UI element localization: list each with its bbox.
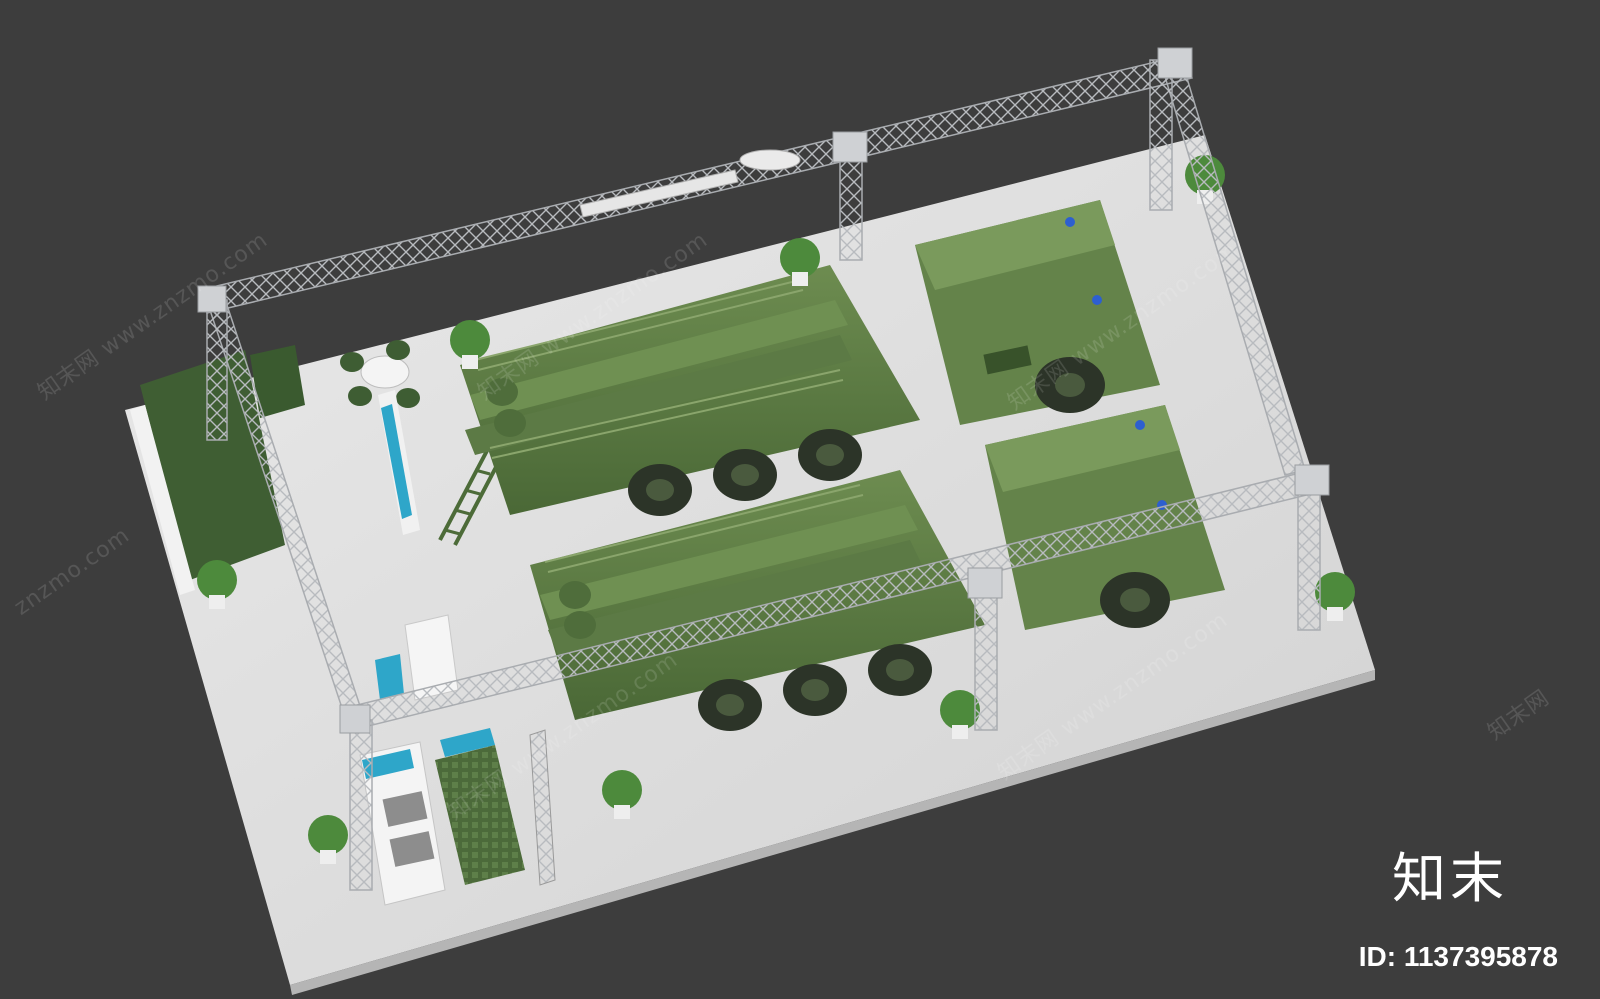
vehicle-1-beacon-icon-2 xyxy=(1092,295,1102,305)
truss-signage xyxy=(579,149,801,218)
image-id-label: ID: 1137395878 xyxy=(1358,941,1558,972)
brand-logo: 知末 xyxy=(1392,847,1508,910)
exhibition-booth-render xyxy=(125,47,1375,995)
vehicle-1-beacon-icon xyxy=(1065,217,1075,227)
vehicle-2-beacon-icon xyxy=(1135,420,1145,430)
